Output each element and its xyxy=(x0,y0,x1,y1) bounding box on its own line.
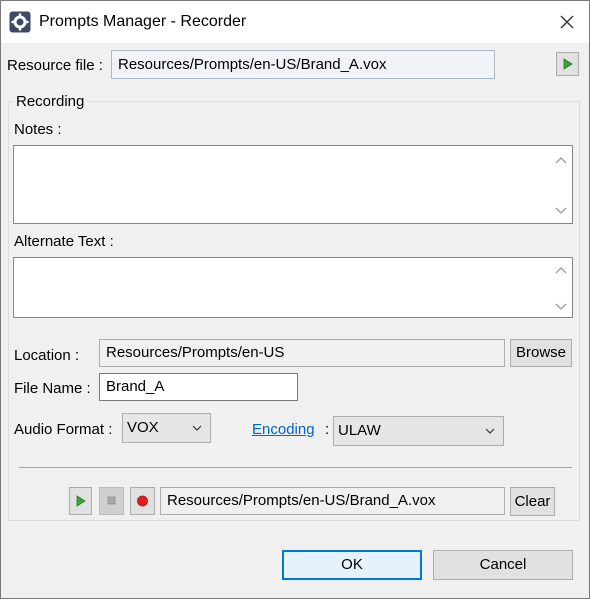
scroll-up-icon xyxy=(555,157,567,164)
player-path-field[interactable]: Resources/Prompts/en-US/Brand_A.vox xyxy=(160,487,505,515)
notes-label: Notes : xyxy=(14,121,62,138)
app-gear-icon xyxy=(9,11,31,33)
close-icon[interactable] xyxy=(554,9,580,35)
recording-group-label: Recording xyxy=(13,93,88,110)
audio-format-select[interactable]: VOX xyxy=(122,413,211,443)
chevron-down-icon xyxy=(192,425,202,431)
stop-icon xyxy=(107,496,116,505)
alternate-text-textarea[interactable] xyxy=(13,257,573,318)
encoding-colon: : xyxy=(325,421,330,438)
browse-button[interactable]: Browse xyxy=(510,339,572,367)
resource-play-button[interactable] xyxy=(556,52,579,76)
player-play-button[interactable] xyxy=(69,487,92,515)
separator-line xyxy=(19,467,572,468)
alternate-text-label: Alternate Text : xyxy=(14,233,114,250)
scroll-down-icon xyxy=(555,207,567,214)
clear-button-label: Clear xyxy=(514,493,551,510)
player-record-button[interactable] xyxy=(130,487,155,515)
cancel-button-label: Cancel xyxy=(479,556,527,573)
notes-textarea[interactable] xyxy=(13,145,573,224)
chevron-down-icon xyxy=(485,428,495,434)
audio-format-label: Audio Format : xyxy=(14,421,113,438)
clear-button[interactable]: Clear xyxy=(510,487,555,516)
file-name-label: File Name : xyxy=(14,380,91,397)
encoding-link[interactable]: Encoding xyxy=(252,421,315,438)
record-icon xyxy=(137,495,148,507)
notes-scrollbar[interactable] xyxy=(550,146,572,223)
title-bar: Prompts Manager - Recorder xyxy=(1,1,589,43)
location-label: Location : xyxy=(14,347,80,364)
play-icon xyxy=(76,495,86,507)
alternate-scrollbar[interactable] xyxy=(550,258,572,317)
ok-button-label: OK xyxy=(341,556,363,573)
file-name-input[interactable]: Brand_A xyxy=(99,373,298,401)
ok-button[interactable]: OK xyxy=(282,550,422,580)
resource-file-label: Resource file : xyxy=(7,57,103,74)
resource-file-field[interactable]: Resources/Prompts/en-US/Brand_A.vox xyxy=(111,50,495,79)
play-icon xyxy=(563,58,573,70)
cancel-button[interactable]: Cancel xyxy=(433,550,573,580)
dialog-window: Prompts Manager - Recorder Resource file… xyxy=(0,0,590,599)
encoding-value: ULAW xyxy=(338,422,381,439)
scroll-up-icon xyxy=(555,267,567,274)
audio-format-value: VOX xyxy=(127,419,159,436)
player-stop-button[interactable] xyxy=(99,487,124,515)
window-title: Prompts Manager - Recorder xyxy=(39,13,247,30)
browse-button-label: Browse xyxy=(515,344,567,361)
scroll-down-icon xyxy=(555,303,567,310)
location-field[interactable]: Resources/Prompts/en-US xyxy=(99,339,505,367)
encoding-select[interactable]: ULAW xyxy=(333,416,504,446)
